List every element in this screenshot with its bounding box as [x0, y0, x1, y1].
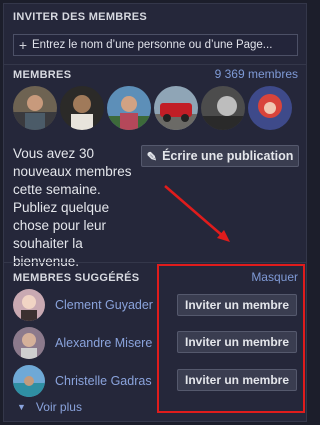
- member-avatar[interactable]: [154, 86, 198, 130]
- member-avatar[interactable]: [13, 86, 57, 130]
- invite-search-placeholder: Entrez le nom d’une personne ou d’une Pa…: [32, 39, 273, 51]
- members-count-link[interactable]: 9 369 membres: [215, 67, 298, 81]
- plus-icon: +: [18, 37, 28, 53]
- suggested-member-row: Alexandre Misere: [13, 327, 175, 359]
- avatar[interactable]: [13, 365, 45, 397]
- pencil-icon: ✎: [146, 149, 158, 164]
- divider: [3, 262, 307, 263]
- member-avatar[interactable]: [60, 86, 104, 130]
- suggested-member-name[interactable]: Alexandre Misere: [55, 336, 175, 350]
- suggested-members-header: MEMBRES SUGGÉRÉS: [13, 272, 140, 284]
- invite-member-button[interactable]: Inviter un membre: [177, 331, 297, 353]
- see-more-link[interactable]: ▼ Voir plus: [17, 400, 82, 414]
- suggested-member-row: Christelle Gadras: [13, 365, 175, 397]
- new-members-text: Vous avez 30 nouveaux membres cette sema…: [13, 146, 132, 269]
- write-post-label: Écrire une publication: [162, 149, 294, 163]
- write-post-button[interactable]: ✎ Écrire une publication: [141, 145, 299, 167]
- red-arrow: [164, 185, 230, 242]
- invite-member-button[interactable]: Inviter un membre: [177, 369, 297, 391]
- invite-member-button[interactable]: Inviter un membre: [177, 294, 297, 316]
- member-avatars: [13, 86, 292, 130]
- member-avatar[interactable]: [248, 86, 292, 130]
- suggested-member-name[interactable]: Clement Guyader: [55, 298, 175, 312]
- divider: [3, 64, 307, 65]
- members-header: MEMBRES: [13, 69, 72, 81]
- member-avatar[interactable]: [107, 86, 151, 130]
- invite-header: INVITER DES MEMBRES: [13, 11, 148, 23]
- suggested-member-name[interactable]: Christelle Gadras: [55, 374, 175, 388]
- see-more-label: Voir plus: [35, 400, 82, 414]
- avatar[interactable]: [13, 327, 45, 359]
- avatar[interactable]: [13, 289, 45, 321]
- suggested-member-row: Clement Guyader: [13, 289, 175, 321]
- member-avatar[interactable]: [201, 86, 245, 130]
- chevron-down-icon: ▼: [17, 402, 26, 412]
- invite-search-input[interactable]: + Entrez le nom d’une personne ou d’une …: [13, 34, 298, 56]
